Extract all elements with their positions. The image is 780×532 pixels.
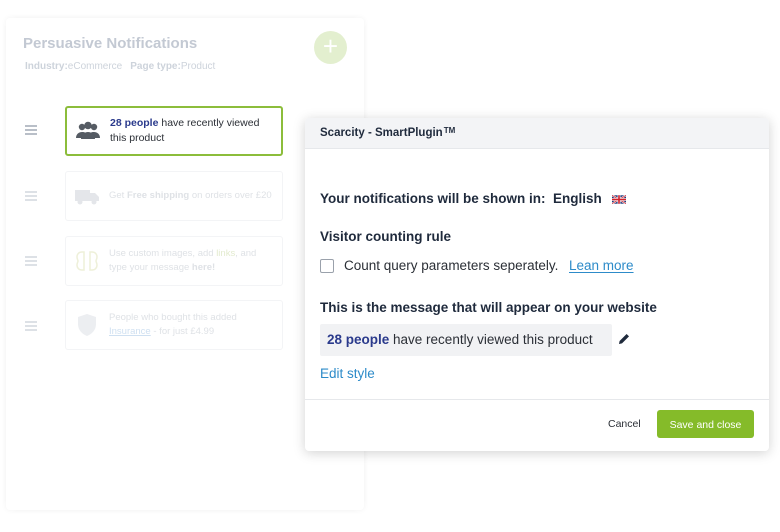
card-text-bold: here!: [191, 262, 216, 273]
pencil-icon[interactable]: [617, 332, 631, 346]
learn-more-link[interactable]: Lean more: [569, 258, 634, 273]
people-icon: [76, 121, 100, 139]
drag-handle-icon[interactable]: [25, 125, 37, 137]
notification-card-custom[interactable]: Use custom images, add links, and type y…: [65, 236, 283, 286]
smartplugin-modal: Scarcity - SmartPluginTM Your notificati…: [305, 118, 769, 451]
message-text: have recently viewed this product: [389, 332, 593, 347]
notification-card-viewers[interactable]: 28 people have recently viewed this prod…: [65, 106, 283, 156]
trademark-sup: TM: [443, 126, 456, 135]
panel-meta: Industry:eCommerce Page type:Product: [25, 61, 215, 72]
modal-header: Scarcity - SmartPluginTM: [305, 118, 769, 149]
notification-card-insurance[interactable]: People who bought this added Insurance -…: [65, 300, 283, 350]
card-text-pre: Use custom images, add: [109, 248, 217, 259]
visitor-rule-title: Visitor counting rule: [320, 229, 452, 244]
card-highlight: 28 people: [110, 117, 159, 129]
industry-label: Industry:: [25, 61, 68, 72]
checkbox-label[interactable]: Count query parameters seperately.: [344, 258, 558, 273]
count-query-checkbox[interactable]: [320, 259, 334, 273]
panel-title: Persuasive Notifications: [23, 35, 198, 52]
shield-icon: [78, 314, 96, 336]
brain-icon: [76, 251, 98, 271]
modal-footer: Cancel Save and close: [305, 399, 769, 451]
drag-handle-icon[interactable]: [25, 321, 37, 333]
drag-handle-icon[interactable]: [25, 191, 37, 203]
card-text-bold: Free shipping: [126, 190, 190, 201]
card-text-pre: People who bought this added: [109, 312, 237, 323]
drag-handle-icon[interactable]: [25, 256, 37, 268]
card-link: links: [216, 248, 236, 259]
save-and-close-button[interactable]: Save and close: [657, 410, 754, 438]
uk-flag-icon: [611, 195, 626, 204]
add-notification-button[interactable]: +: [314, 31, 347, 64]
modal-title: Scarcity - SmartPluginTM: [320, 126, 456, 139]
card-link: Insurance: [109, 326, 151, 337]
card-text-post: - for just £4.99: [150, 326, 215, 337]
message-preview[interactable]: 28 people have recently viewed this prod…: [320, 324, 612, 356]
pagetype-label: Page type:: [130, 61, 181, 72]
industry-value: eCommerce: [67, 61, 123, 72]
language-prefix: Your notifications will be shown in:: [320, 191, 546, 206]
card-text-post: on orders over £20: [189, 190, 272, 201]
message-highlight: 28 people: [327, 332, 390, 347]
language-row: Your notifications will be shown in: Eng…: [320, 191, 626, 206]
truck-icon: [75, 190, 99, 205]
edit-style-link[interactable]: Edit style: [320, 366, 375, 381]
card-text-pre: Get: [109, 190, 127, 201]
language-value: English: [553, 191, 602, 206]
notification-card-shipping[interactable]: Get Free shipping on orders over £20: [65, 171, 283, 221]
message-title: This is the message that will appear on …: [320, 300, 657, 315]
pagetype-value: Product: [180, 61, 216, 72]
cancel-button[interactable]: Cancel: [608, 418, 641, 430]
